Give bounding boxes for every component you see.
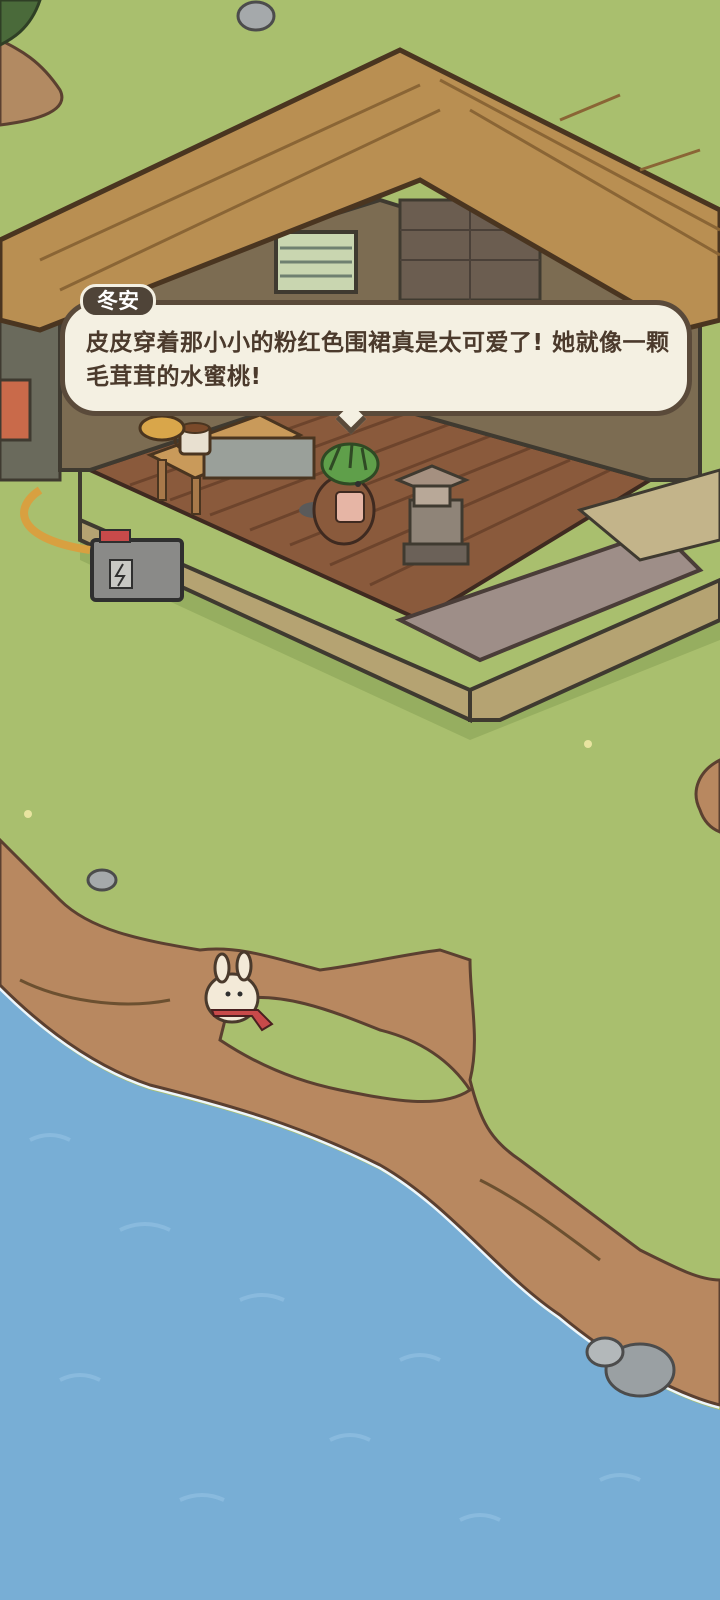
rock-small <box>86 868 118 892</box>
rock-top <box>236 0 276 32</box>
battery-box[interactable] <box>90 529 184 602</box>
dialog-text: 皮皮穿着那小小的粉红色围裙真是太可爱了! 她就像一颗毛茸茸的水蜜桃! <box>86 330 670 390</box>
crafting-pedestal[interactable] <box>394 464 470 566</box>
speaker-name-tag: 冬安 <box>80 284 156 318</box>
game-scene[interactable] <box>0 0 720 1600</box>
